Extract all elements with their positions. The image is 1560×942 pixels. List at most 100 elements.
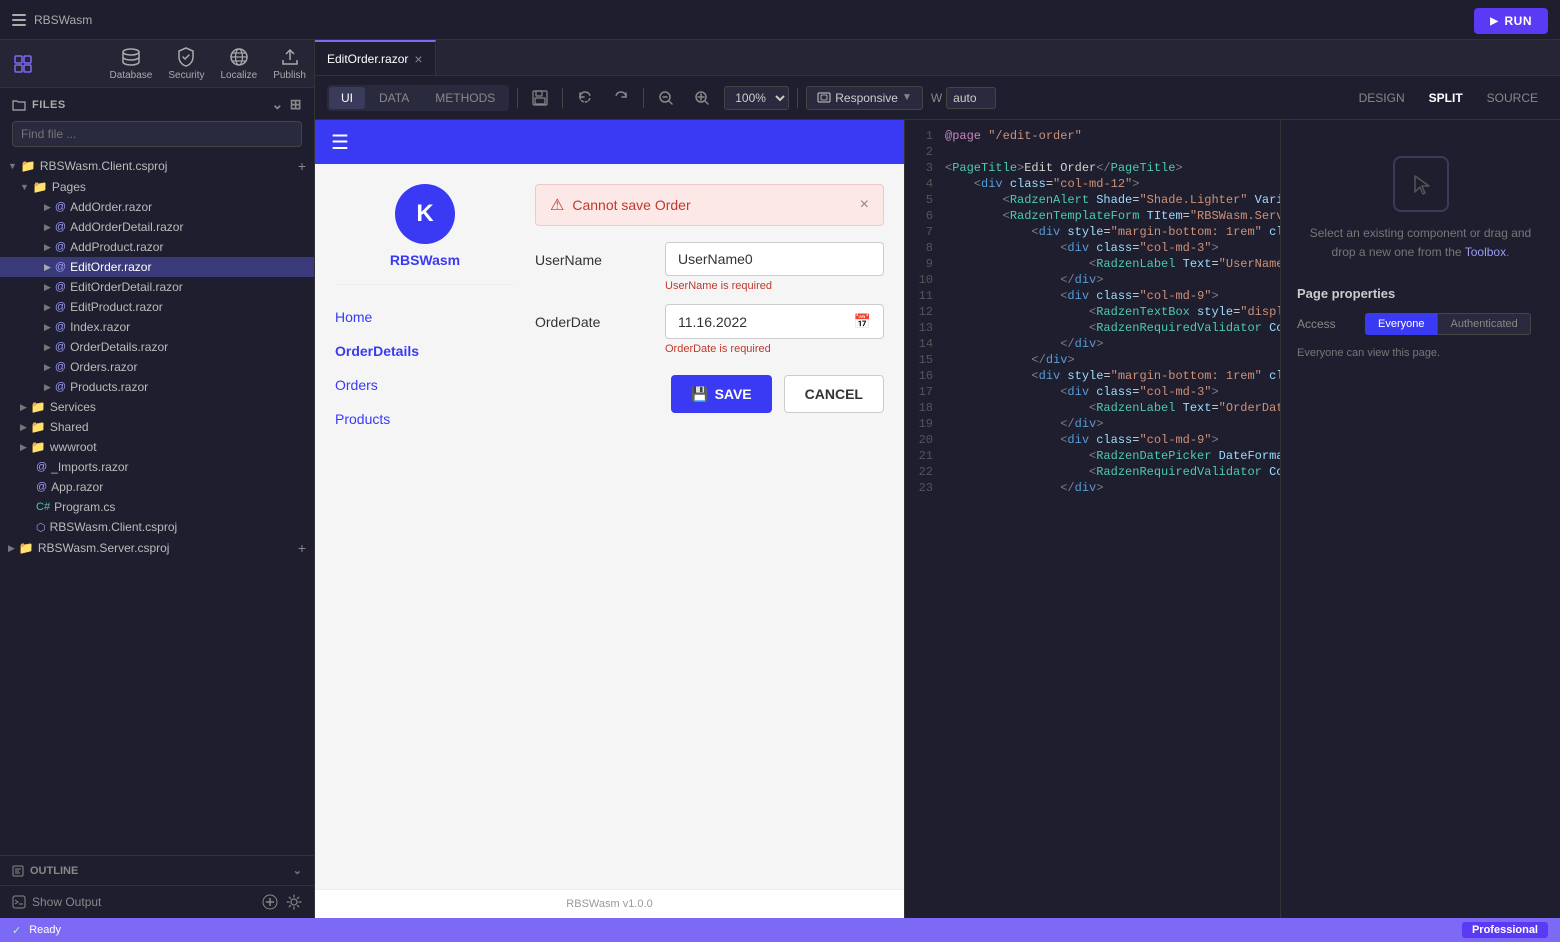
access-tab-everyone[interactable]: Everyone: [1365, 313, 1437, 335]
tree-item-addorder[interactable]: ▶ @ AddOrder.razor: [0, 197, 314, 217]
sidebar-security-btn[interactable]: Security: [168, 46, 204, 81]
editor-area: EditOrder.razor × UI DATA METHODS: [315, 40, 1560, 918]
run-button[interactable]: ▶ RUN: [1474, 8, 1548, 34]
code-line-1: 1 @page "/edit-order": [905, 128, 1280, 144]
tab-close-icon[interactable]: ×: [414, 52, 422, 66]
folder-icon-server: 📁: [19, 541, 34, 555]
chevron-right-icon: ▶: [44, 202, 51, 213]
line-num-2: 2: [905, 145, 945, 159]
tree-item-shared[interactable]: ▶ 📁 Shared: [0, 417, 314, 437]
toolbar-sep-2: [562, 88, 563, 108]
nav-item-home[interactable]: Home: [335, 305, 515, 329]
username-input[interactable]: [665, 242, 884, 276]
authenticated-label: Authenticated: [1450, 318, 1517, 330]
calendar-icon: 📅: [854, 313, 871, 330]
code-line-14: 14 </div>: [905, 336, 1280, 352]
top-bar: RBSWasm ▶ RUN: [0, 0, 1560, 40]
split-tab[interactable]: SPLIT: [1419, 87, 1473, 109]
sidebar: Database Security Localize: [0, 40, 315, 918]
responsive-btn[interactable]: Responsive ▼: [806, 86, 923, 110]
sidebar-database-btn[interactable]: Database: [110, 46, 153, 81]
tree-item-imports[interactable]: @ _Imports.razor: [0, 457, 314, 477]
line-attr-5b: Variant: [1247, 193, 1280, 207]
undo-icon: [577, 90, 593, 106]
tree-item-editorderdetail[interactable]: ▶ @ EditOrderDetail.razor: [0, 277, 314, 297]
orderdate-input-display[interactable]: 11.16.2022 📅: [665, 304, 884, 339]
add-file-icon[interactable]: +: [298, 158, 306, 174]
tree-item-orderdetails[interactable]: ▶ @ OrderDetails.razor: [0, 337, 314, 357]
sidebar-publish-btn[interactable]: Publish: [273, 46, 306, 81]
sidebar-footer: Show Output: [0, 885, 314, 918]
line-tag-16b: div: [1039, 369, 1061, 383]
tree-item-client-proj[interactable]: ▼ 📁 RBSWasm.Client.csproj +: [0, 155, 314, 177]
username-label: UserName: [535, 242, 665, 268]
save-file-btn[interactable]: [526, 84, 554, 112]
line-attr-7b: class: [1262, 225, 1280, 239]
alert-warning-icon: ⚠: [550, 195, 564, 215]
nav-item-orderdetails[interactable]: OrderDetails: [335, 339, 515, 363]
status-bar: ✓ Ready Professional: [0, 918, 1560, 942]
save-button[interactable]: 💾 SAVE: [671, 375, 772, 413]
line-tag-10: </: [1060, 273, 1074, 287]
line-num-7: 7: [905, 225, 945, 239]
undo-btn[interactable]: [571, 84, 599, 112]
line-tag-17b: div: [1067, 385, 1089, 399]
security-icon: [175, 46, 197, 68]
page-props-title: Page properties: [1297, 286, 1544, 301]
settings-icon[interactable]: [286, 894, 302, 910]
view-tab-methods[interactable]: METHODS: [423, 87, 507, 109]
tree-item-client-csproj[interactable]: ⬡ RBSWasm.Client.csproj: [0, 517, 314, 537]
filter-icon[interactable]: ⊞: [290, 96, 302, 113]
zoom-select[interactable]: 100%: [724, 86, 789, 110]
sidebar-localize-btn[interactable]: Localize: [220, 46, 257, 81]
tree-item-wwwroot[interactable]: ▶ 📁 wwwroot: [0, 437, 314, 457]
view-tab-data[interactable]: DATA: [367, 87, 421, 109]
w-label: W: [931, 91, 942, 105]
tree-item-pages[interactable]: ▼ 📁 Pages: [0, 177, 314, 197]
collapse-icon[interactable]: ⌄: [272, 96, 284, 113]
tree-item-index[interactable]: ▶ @ Index.razor: [0, 317, 314, 337]
localize-icon: [228, 46, 250, 68]
tree-item-editorder[interactable]: ▶ @ EditOrder.razor: [0, 257, 314, 277]
tree-item-products[interactable]: ▶ @ Products.razor: [0, 377, 314, 397]
tree-item-server-proj[interactable]: ▶ 📁 RBSWasm.Server.csproj +: [0, 537, 314, 559]
zoom-out-icon: [658, 90, 674, 106]
search-input[interactable]: [12, 121, 302, 147]
redo-btn[interactable]: [607, 84, 635, 112]
toolbox-link[interactable]: Toolbox: [1465, 245, 1506, 259]
line-num-23: 23: [905, 481, 945, 495]
add-server-icon[interactable]: +: [298, 540, 306, 556]
tree-item-app[interactable]: @ App.razor: [0, 477, 314, 497]
tree-item-addproduct[interactable]: ▶ @ AddProduct.razor: [0, 237, 314, 257]
nav-item-products[interactable]: Products: [335, 407, 515, 431]
line-content-7: [945, 225, 1031, 239]
hamburger-icon[interactable]: ☰: [331, 130, 349, 155]
nav-item-orders[interactable]: Orders: [335, 373, 515, 397]
design-tab[interactable]: DESIGN: [1349, 87, 1415, 109]
alert-close-btn[interactable]: ×: [860, 196, 869, 214]
cancel-button[interactable]: CANCEL: [784, 375, 884, 413]
publish-label: Publish: [273, 70, 306, 81]
view-tab-ui[interactable]: UI: [329, 87, 365, 109]
tree-item-services[interactable]: ▶ 📁 Services: [0, 397, 314, 417]
code-line-12: 12 <RadzenTextBox style="display: block;…: [905, 304, 1280, 320]
zoom-out-btn[interactable]: [652, 84, 680, 112]
tree-item-orders[interactable]: ▶ @ Orders.razor: [0, 357, 314, 377]
zoom-in-btn[interactable]: [688, 84, 716, 112]
grid-icon-btn[interactable]: [8, 51, 38, 77]
access-tabs: Everyone Authenticated: [1365, 313, 1531, 335]
code-editor[interactable]: 1 @page "/edit-order" 2 3 <PageTitle>Edi…: [905, 120, 1280, 918]
source-tab[interactable]: SOURCE: [1477, 87, 1548, 109]
chevron-down-outline[interactable]: ⌄: [293, 864, 302, 877]
access-tab-authenticated[interactable]: Authenticated: [1437, 313, 1530, 335]
w-input[interactable]: [946, 87, 996, 109]
show-output-btn[interactable]: Show Output: [12, 895, 101, 909]
tree-item-addorderdetail[interactable]: ▶ @ AddOrderDetail.razor: [0, 217, 314, 237]
add-icon[interactable]: [262, 894, 278, 910]
line-tag-5b: RadzenAlert: [1010, 193, 1089, 207]
grid-icon: [14, 55, 32, 73]
tree-item-program[interactable]: C# Program.cs: [0, 497, 314, 517]
window-icon: [12, 14, 26, 26]
tree-item-editproduct[interactable]: ▶ @ EditProduct.razor: [0, 297, 314, 317]
tab-editorder[interactable]: EditOrder.razor ×: [315, 40, 436, 75]
